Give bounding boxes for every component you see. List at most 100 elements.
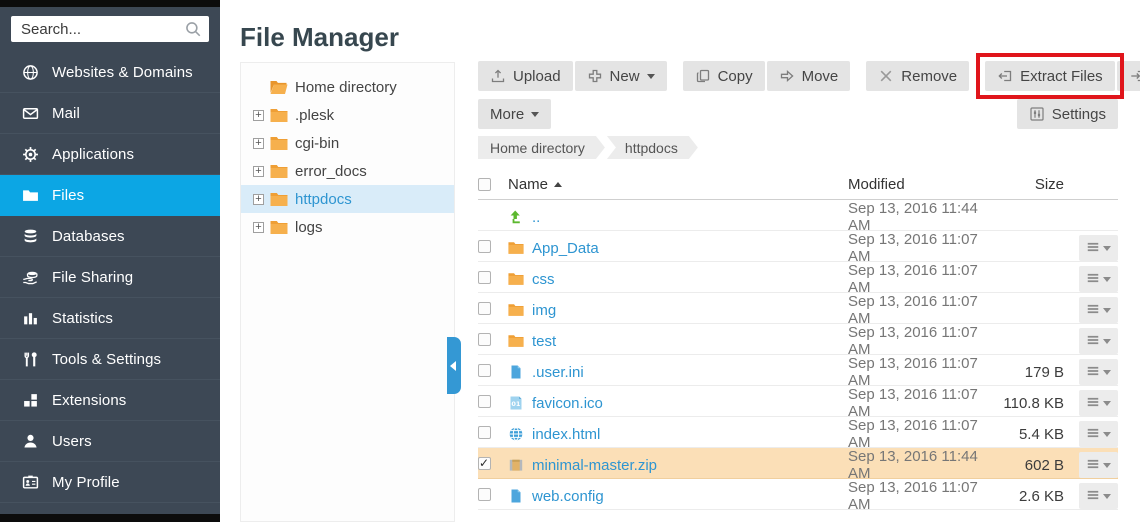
new-button[interactable]: New xyxy=(575,61,667,91)
tree-item-plesk[interactable]: +.plesk xyxy=(241,101,454,129)
tree-item-logs[interactable]: +logs xyxy=(241,213,454,241)
row-actions-menu-button[interactable] xyxy=(1079,235,1118,261)
sidebar-item-applications[interactable]: Applications xyxy=(0,134,220,175)
row-checkbox[interactable] xyxy=(478,240,491,253)
row-actions-menu-button[interactable] xyxy=(1079,452,1118,478)
tree-item-cgi-bin[interactable]: +cgi-bin xyxy=(241,129,454,157)
row-checkbox[interactable] xyxy=(478,457,491,470)
add-to-archive-button[interactable]: Add to Archive xyxy=(1117,61,1140,91)
expand-icon[interactable]: + xyxy=(253,138,264,149)
file-size: 602 B xyxy=(998,457,1070,474)
breadcrumb-httpdocs[interactable]: httpdocs xyxy=(607,136,698,159)
sidebar-item-statistics[interactable]: Statistics xyxy=(0,298,220,339)
row-checkbox[interactable] xyxy=(478,395,491,408)
file-link[interactable]: web.config xyxy=(532,488,604,505)
folder-icon xyxy=(508,302,524,318)
sidebar-item-extensions[interactable]: Extensions xyxy=(0,380,220,421)
row-actions-menu-button[interactable] xyxy=(1079,421,1118,447)
sidebar-item-tools-settings[interactable]: Tools & Settings xyxy=(0,339,220,380)
file-link[interactable]: img xyxy=(532,302,556,319)
file-link[interactable]: favicon.ico xyxy=(532,395,603,412)
databases-icon xyxy=(22,228,39,245)
row-actions-menu-button[interactable] xyxy=(1079,297,1118,323)
sidebar-item-mail[interactable]: Mail xyxy=(0,93,220,134)
remove-button[interactable]: Remove xyxy=(866,61,969,91)
sidebar-item-files[interactable]: Files xyxy=(0,175,220,216)
file-link[interactable]: index.html xyxy=(532,426,600,443)
sidebar-item-users[interactable]: Users xyxy=(0,421,220,462)
breadcrumb-home-directory[interactable]: Home directory xyxy=(478,136,605,159)
folder-icon xyxy=(22,187,39,204)
column-header-name[interactable]: Name xyxy=(508,176,848,193)
row-actions-menu-button[interactable] xyxy=(1079,359,1118,385)
file-size: 2.6 KB xyxy=(998,488,1070,505)
search-input[interactable] xyxy=(11,16,209,42)
chevron-down-icon xyxy=(1103,370,1111,375)
upload-button[interactable]: Upload xyxy=(478,61,573,91)
copy-label: Copy xyxy=(718,68,753,85)
row-checkbox[interactable] xyxy=(478,302,491,315)
file-link[interactable]: minimal-master.zip xyxy=(532,457,657,474)
hamburger-icon xyxy=(1086,364,1100,381)
sidebar-item-file-sharing[interactable]: File Sharing xyxy=(0,257,220,298)
hamburger-icon xyxy=(1086,271,1100,288)
chevron-down-icon xyxy=(1103,308,1111,313)
toolbar-group: Upload New xyxy=(478,61,667,91)
expand-icon[interactable]: + xyxy=(253,194,264,205)
copy-button[interactable]: Copy xyxy=(683,61,765,91)
row-checkbox[interactable] xyxy=(478,426,491,439)
tree-item-home-directory[interactable]: Home directory xyxy=(241,73,454,101)
column-header-size[interactable]: Size xyxy=(998,176,1070,193)
move-button[interactable]: Move xyxy=(767,61,851,91)
row-checkbox[interactable] xyxy=(478,333,491,346)
sidebar-item-websites-domains[interactable]: Websites & Domains xyxy=(0,52,220,93)
upload-label: Upload xyxy=(513,68,561,85)
row-checkbox[interactable] xyxy=(478,271,491,284)
row-actions-menu-button[interactable] xyxy=(1079,266,1118,292)
sidebar-item-label: Users xyxy=(52,433,92,450)
gear-icon xyxy=(22,146,39,163)
file-size: 5.4 KB xyxy=(998,426,1070,443)
row-checkbox[interactable] xyxy=(478,364,491,377)
file-link[interactable]: css xyxy=(532,271,555,288)
sidebar-item-label: Files xyxy=(52,187,84,204)
row-checkbox[interactable] xyxy=(478,488,491,501)
top-strip xyxy=(0,0,220,7)
more-button[interactable]: More xyxy=(478,99,551,129)
modified-date: Sep 13, 2016 11:07 AM xyxy=(848,293,998,327)
modified-date: Sep 13, 2016 11:44 AM xyxy=(848,448,998,482)
tools-icon xyxy=(22,351,39,368)
file-link[interactable]: App_Data xyxy=(532,240,599,257)
row-actions-menu-button[interactable] xyxy=(1079,328,1118,354)
select-all-checkbox[interactable] xyxy=(478,178,491,191)
hamburger-icon xyxy=(1086,457,1100,474)
folder-icon xyxy=(270,164,288,179)
chevron-down-icon xyxy=(1103,494,1111,499)
toolbar-group: Extract FilesAdd to Archive xyxy=(985,61,1140,91)
name-header-label: Name xyxy=(508,176,548,193)
expand-icon[interactable]: + xyxy=(253,222,264,233)
file-link[interactable]: .. xyxy=(532,209,540,226)
search-icon[interactable] xyxy=(184,20,202,38)
tree-collapse-handle[interactable] xyxy=(447,337,461,394)
row-actions-menu-button[interactable] xyxy=(1079,390,1118,416)
file-link[interactable]: .user.ini xyxy=(532,364,584,381)
tree-item-httpdocs[interactable]: +httpdocs xyxy=(241,185,454,213)
extract-files-button[interactable]: Extract Files xyxy=(985,61,1115,91)
row-actions-menu-button[interactable] xyxy=(1079,483,1118,509)
blocks-icon xyxy=(22,392,39,409)
expand-icon[interactable]: + xyxy=(253,166,264,177)
sidebar-item-my-profile[interactable]: My Profile xyxy=(0,462,220,503)
expand-icon[interactable]: + xyxy=(253,110,264,121)
sidebar-item-databases[interactable]: Databases xyxy=(0,216,220,257)
bottom-strip xyxy=(0,514,220,522)
column-header-modified[interactable]: Modified xyxy=(848,176,998,193)
modified-date: Sep 13, 2016 11:44 AM xyxy=(848,200,998,234)
chevron-down-icon xyxy=(1103,277,1111,282)
tree-item-label: Home directory xyxy=(295,79,397,96)
sidebar-item-label: Applications xyxy=(52,146,134,163)
settings-button[interactable]: Settings xyxy=(1017,99,1118,129)
tree-item-error-docs[interactable]: +error_docs xyxy=(241,157,454,185)
stats-icon xyxy=(22,310,39,327)
file-link[interactable]: test xyxy=(532,333,556,350)
